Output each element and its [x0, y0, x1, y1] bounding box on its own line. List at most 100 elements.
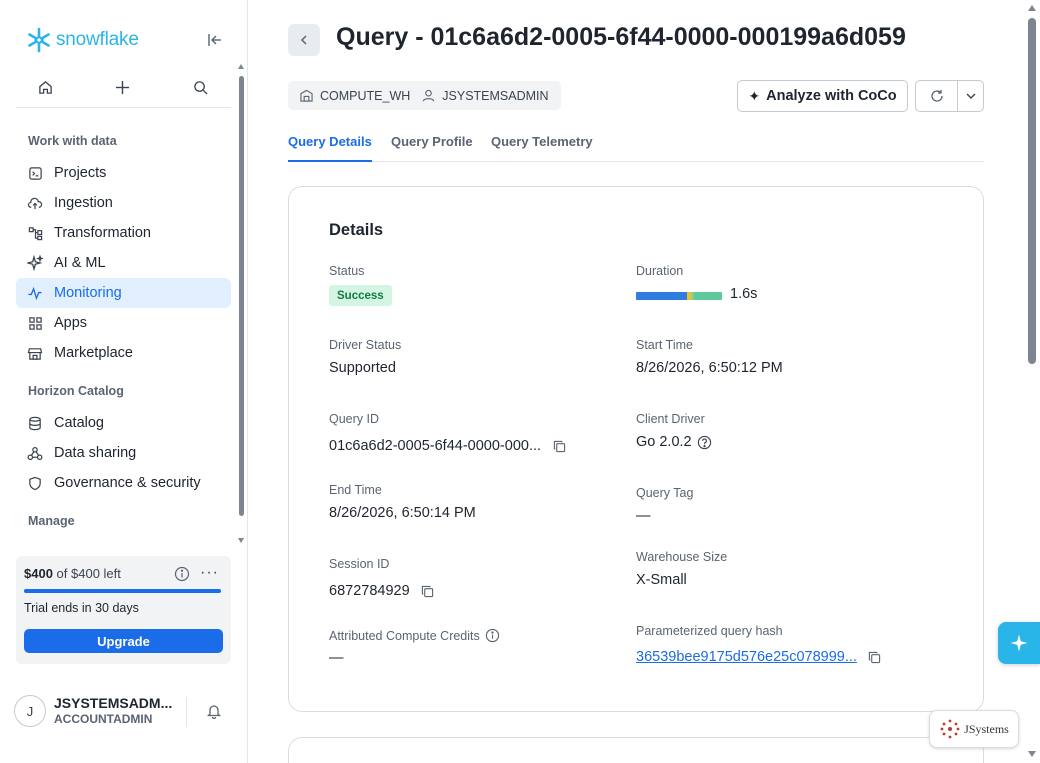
- tab-query-profile[interactable]: Query Profile: [391, 134, 473, 162]
- query-hash-label: Parameterized query hash: [636, 624, 783, 638]
- notifications-bell-icon[interactable]: [206, 703, 224, 721]
- session-id-field: 6872784929: [329, 583, 436, 599]
- back-button[interactable]: [288, 24, 320, 56]
- query-meta: COMPUTE_WH JSYSTEMSADMIN: [288, 81, 561, 110]
- tab-query-details[interactable]: Query Details: [288, 134, 372, 162]
- tab-bar: Query Details Query Profile Query Teleme…: [288, 127, 984, 162]
- warehouse-icon: [300, 89, 314, 103]
- store-icon: [26, 344, 44, 362]
- scroll-down-arrow-icon[interactable]: [1028, 751, 1036, 757]
- copy-icon[interactable]: [420, 583, 436, 599]
- session-id-value: 6872784929: [329, 583, 410, 599]
- sidebar-item-marketplace[interactable]: Marketplace: [16, 338, 231, 368]
- sidebar-item-label: Apps: [54, 315, 88, 331]
- sidebar-nav: Work with data Projects Ingestion Transf…: [0, 120, 240, 548]
- section-manage: Manage: [28, 514, 75, 528]
- driver-status-value: Supported: [329, 360, 396, 376]
- snowflake-logo-icon: [28, 27, 50, 53]
- sidebar-item-data-sharing[interactable]: Data sharing: [16, 438, 231, 468]
- plus-icon: [115, 80, 129, 94]
- sidebar-item-transformation[interactable]: Transformation: [16, 218, 231, 248]
- refresh-button[interactable]: [916, 81, 958, 111]
- search-button[interactable]: [187, 74, 213, 100]
- query-hash-field: 36539bee9175d576e25c078999...: [636, 649, 883, 665]
- sidebar-item-catalog[interactable]: Catalog: [16, 408, 231, 438]
- sidebar-item-ai-ml[interactable]: AI & ML: [16, 248, 231, 278]
- scroll-up-arrow-icon[interactable]: [238, 64, 244, 69]
- create-button[interactable]: [109, 74, 135, 100]
- sidebar-item-ingestion[interactable]: Ingestion: [16, 188, 231, 218]
- info-icon[interactable]: [174, 566, 190, 582]
- jsystems-watermark: JSystems: [929, 710, 1019, 748]
- duration-bar: [636, 292, 722, 300]
- collapse-sidebar-button[interactable]: [204, 29, 226, 51]
- sidebar-item-projects[interactable]: Projects: [16, 158, 231, 188]
- page-scrollbar-thumb[interactable]: [1028, 18, 1036, 364]
- more-options-button[interactable]: ···: [200, 564, 219, 582]
- copy-icon[interactable]: [551, 438, 567, 454]
- user-meta: JSYSTEMSADMIN: [422, 89, 549, 103]
- end-time-label: End Time: [329, 483, 382, 497]
- app-root: snowflake Work with data Projects Ingest…: [0, 0, 1040, 763]
- query-tag-value: —: [636, 508, 651, 524]
- duration-label: Duration: [636, 264, 684, 278]
- start-time-value: 8/26/2026, 6:50:12 PM: [636, 360, 783, 376]
- status-label: Status: [329, 264, 365, 278]
- home-button[interactable]: [32, 74, 58, 100]
- duration-segment: [693, 292, 722, 300]
- info-icon[interactable]: [485, 628, 500, 643]
- help-icon[interactable]: [697, 435, 712, 450]
- warehouse-size-value: X-Small: [636, 572, 687, 588]
- sidebar-item-governance-security[interactable]: Governance & security: [16, 468, 231, 498]
- query-tag-label: Query Tag: [636, 486, 694, 500]
- secondary-card: [288, 737, 984, 763]
- user-icon: [422, 89, 436, 103]
- copilot-button[interactable]: [998, 622, 1040, 664]
- attributed-credits-label: Attributed Compute Credits: [329, 628, 480, 643]
- session-id-label: Session ID: [329, 557, 390, 571]
- page-title: Query - 01c6a6d2-0005-6f44-0000-000199a6…: [336, 23, 906, 51]
- upgrade-button[interactable]: Upgrade: [24, 629, 223, 653]
- sidebar-item-apps[interactable]: Apps: [16, 308, 231, 338]
- chevron-down-icon: [966, 93, 976, 99]
- analyze-with-coco-button[interactable]: ✦ Analyze with CoCo: [737, 80, 908, 112]
- warehouse-meta: COMPUTE_WH: [300, 89, 410, 103]
- details-heading: Details: [329, 221, 384, 239]
- user-menu[interactable]: J JSYSTEMSADM... ACCOUNTADMIN: [14, 695, 234, 729]
- section-work-with-data: Work with data: [28, 134, 117, 148]
- end-time-value: 8/26/2026, 6:50:14 PM: [329, 505, 476, 521]
- credits-progress-bar: [24, 589, 221, 593]
- snowflake-logo[interactable]: snowflake: [26, 26, 139, 54]
- main-content: Query - 01c6a6d2-0005-6f44-0000-000199a6…: [248, 0, 1040, 763]
- duration-value: 1.6s: [730, 286, 758, 302]
- driver-status-label: Driver Status: [329, 338, 402, 352]
- sidebar-item-monitoring[interactable]: Monitoring: [16, 278, 231, 308]
- sidebar-item-label: Monitoring: [54, 285, 122, 301]
- tab-query-telemetry[interactable]: Query Telemetry: [491, 134, 593, 162]
- collapse-left-icon: [208, 34, 221, 46]
- sidebar-item-label: Projects: [54, 165, 107, 181]
- attributed-credits-value: —: [329, 650, 344, 666]
- credits-card: $400 of $400 left ··· Trial ends in 30 d…: [16, 556, 231, 664]
- sidebar-item-label: Marketplace: [54, 345, 133, 361]
- credits-label-field: Attributed Compute Credits: [329, 628, 500, 643]
- refresh-options-button[interactable]: [958, 81, 984, 111]
- query-id-value: 01c6a6d2-0005-6f44-0000-000...: [329, 438, 542, 454]
- query-hash-link[interactable]: 36539bee9175d576e25c078999...: [636, 649, 857, 665]
- sparkles-icon: [26, 254, 44, 272]
- refresh-icon: [930, 90, 943, 102]
- avatar[interactable]: J: [14, 695, 46, 727]
- projects-icon: [26, 164, 44, 182]
- scroll-up-arrow-icon[interactable]: [1028, 5, 1036, 11]
- grid-icon: [26, 314, 44, 332]
- query-id-field: 01c6a6d2-0005-6f44-0000-000...: [329, 438, 567, 454]
- copy-icon[interactable]: [867, 649, 883, 665]
- scroll-down-arrow-icon[interactable]: [238, 538, 244, 543]
- analyze-label: Analyze with CoCo: [766, 88, 897, 104]
- credits-summary: $400 of $400 left: [24, 566, 121, 581]
- sidebar-item-label: AI & ML: [54, 255, 106, 271]
- sidebar-scrollbar[interactable]: [238, 64, 246, 546]
- credits-of-text: of $400 left: [56, 566, 121, 581]
- sparkle-icon: [1010, 634, 1028, 652]
- sidebar-scrollbar-thumb[interactable]: [239, 76, 244, 516]
